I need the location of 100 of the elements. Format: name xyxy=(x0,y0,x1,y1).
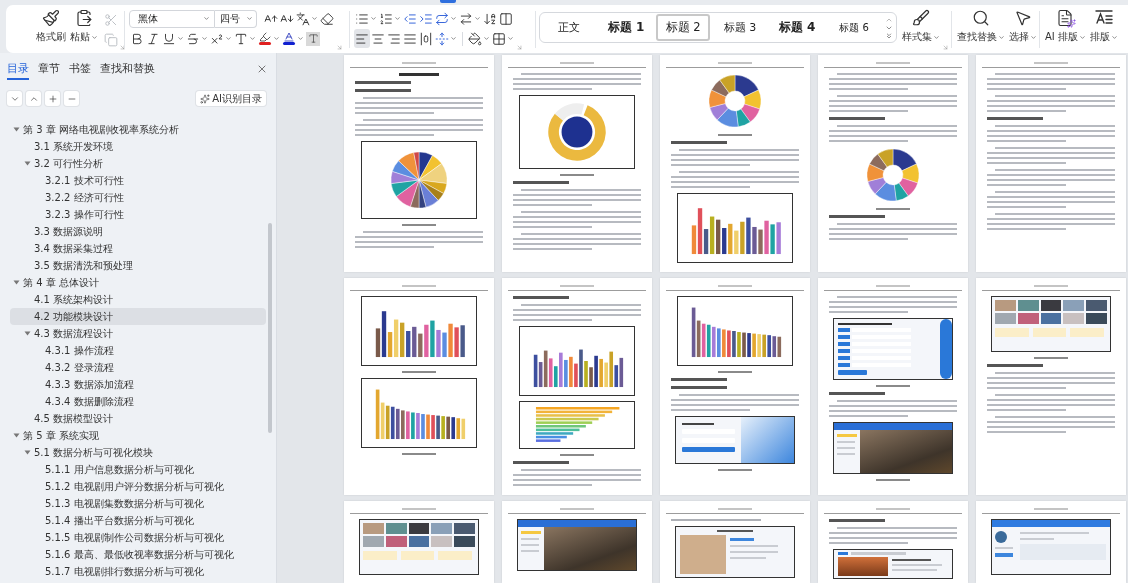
tool-button[interactable]: 样式集 xyxy=(900,5,942,53)
align-center-icon xyxy=(371,31,385,46)
ai-outline-button[interactable]: AI识别目录 xyxy=(196,91,266,106)
indent-decrease-icon xyxy=(403,11,417,26)
pane-tab[interactable]: 查找和替换 xyxy=(100,62,155,80)
pane-tab[interactable]: 书签 xyxy=(69,62,91,80)
caret-icon xyxy=(91,33,98,41)
tool-button[interactable]: 查找替换 xyxy=(955,5,1007,53)
outline-item[interactable]: 5.1 数据分析与可视化模块 xyxy=(10,444,266,461)
pane-tab[interactable]: 章节 xyxy=(38,62,60,80)
paste-button[interactable]: 粘贴 xyxy=(68,5,100,53)
repeat-arrows-icon xyxy=(435,11,449,26)
search-icon xyxy=(972,9,990,27)
triangle-down-icon[interactable] xyxy=(23,330,31,337)
outline-item[interactable]: 4.5 数据模型设计 xyxy=(10,410,266,427)
caret-icon xyxy=(370,15,377,22)
caret-icon xyxy=(474,15,481,22)
outline-item[interactable]: 3.5 数据清洗和预处理 xyxy=(10,257,266,274)
caret-icon xyxy=(225,35,232,42)
sparkles-icon xyxy=(200,93,211,104)
underline-icon xyxy=(162,31,176,46)
scissors-icon xyxy=(104,12,118,27)
more-icon[interactable] xyxy=(885,31,893,40)
tool-button[interactable]: 排版 xyxy=(1087,5,1120,53)
character-shading-button[interactable] xyxy=(305,29,321,48)
caret-icon xyxy=(311,15,318,22)
donut-segment xyxy=(898,177,918,197)
caret-icon xyxy=(394,15,401,22)
outline-item[interactable]: 第 4 章 总体设计 xyxy=(10,274,266,291)
donut-center xyxy=(561,116,593,148)
outline-item[interactable]: 4.3.1 操作流程 xyxy=(10,342,266,359)
outline-item[interactable]: 3.3 数据源说明 xyxy=(10,223,266,240)
outline-item[interactable]: 第 3 章 网络电视剧收视率系统分析 xyxy=(10,121,266,138)
strikethrough-icon xyxy=(186,31,200,46)
donut-segment xyxy=(866,163,885,182)
launcher-icon xyxy=(942,44,949,51)
caret-icon xyxy=(297,35,304,42)
outline-item[interactable]: 5.1.3 电视剧集数数据分析与可视化 xyxy=(10,495,266,512)
caret-icon xyxy=(998,33,1005,41)
outline-item[interactable]: 5.1.1 用户信息数据分析与可视化 xyxy=(10,461,266,478)
donut-segment xyxy=(869,153,888,171)
title-placeholder xyxy=(399,73,439,76)
triangle-down-icon[interactable] xyxy=(23,449,31,456)
heading-placeholder xyxy=(671,386,727,389)
triangle-down-icon[interactable] xyxy=(12,126,20,133)
donut-segment xyxy=(901,163,920,184)
triangle-down-icon[interactable] xyxy=(12,432,20,439)
outline-item[interactable]: 5.1.6 最高、最低收视率数据分析与可视化 xyxy=(10,546,266,563)
shading-button[interactable] xyxy=(467,29,491,48)
caret-icon xyxy=(1030,33,1037,41)
caret-icon xyxy=(201,35,208,42)
heading-placeholder xyxy=(829,392,885,395)
caret-icon xyxy=(507,35,514,42)
style-option[interactable]: 标题 2 xyxy=(656,14,710,41)
font-color-icon xyxy=(282,30,296,47)
outline-item[interactable]: 3.1 系统开发环境 xyxy=(10,138,266,155)
highlighter-icon xyxy=(258,30,272,47)
heading-placeholder xyxy=(671,378,727,381)
outline-item[interactable]: 第 5 章 系统实现 xyxy=(10,427,266,444)
outline-item[interactable]: 4.3 数据流程设计 xyxy=(10,325,266,342)
paintbrush-icon xyxy=(42,9,60,27)
outline-item[interactable]: 5.1.5 电视剧制作公司数据分析与可视化 xyxy=(10,529,266,546)
format-painter-button[interactable]: 格式刷 xyxy=(34,5,68,53)
outline-item[interactable]: 4.3.3 数据添加流程 xyxy=(10,376,266,393)
caret-icon xyxy=(483,35,490,42)
outline-item[interactable]: 3.4 数据采集过程 xyxy=(10,240,266,257)
outline-item[interactable]: 5.1.7 电视剧排行数据分析与可视化 xyxy=(10,563,266,580)
caret-icon xyxy=(177,35,184,42)
tool-button[interactable]: AI 排版 xyxy=(1043,5,1088,53)
scrollbar-thumb[interactable] xyxy=(268,223,272,433)
shaded-letter-icon xyxy=(306,31,320,46)
outline-item[interactable]: 3.2.1 技术可行性 xyxy=(10,172,266,189)
pane-tab[interactable]: 目录 xyxy=(7,62,29,80)
outline-item[interactable]: 5.1.4 播出平台数据分析与可视化 xyxy=(10,512,266,529)
triangle-down-icon[interactable] xyxy=(12,279,20,286)
outline-item[interactable]: 3.2.3 操作可行性 xyxy=(10,206,266,223)
heading-placeholder xyxy=(829,117,885,120)
outline-item[interactable]: 4.3.4 数据删除流程 xyxy=(10,393,266,410)
outline-item[interactable]: 4.3.2 登录流程 xyxy=(10,359,266,376)
triangle-down-icon[interactable] xyxy=(23,160,31,167)
outline-item[interactable]: 4.1 系统架构设计 xyxy=(10,291,266,308)
launcher-icon xyxy=(336,44,343,51)
document-sparkle-icon xyxy=(1056,9,1075,27)
font-size-select[interactable]: 四号 xyxy=(215,9,257,28)
outline-item[interactable]: 3.2 可行性分析 xyxy=(10,155,266,172)
donut-segment xyxy=(708,89,727,108)
font-family-select[interactable]: 黑体 xyxy=(129,9,215,28)
bold-icon xyxy=(130,31,144,46)
outline-item[interactable]: 3.2.2 经济可行性 xyxy=(10,189,266,206)
align-left-button[interactable] xyxy=(354,29,370,48)
caret-icon xyxy=(249,35,256,42)
outline-item[interactable]: 5.1.2 电视剧用户评分数据分析与可视化 xyxy=(10,478,266,495)
text-layout-icon xyxy=(1094,9,1113,27)
numbered-list-icon xyxy=(379,11,393,26)
tool-button[interactable]: 选择 xyxy=(1007,5,1039,53)
outline-item[interactable]: 4.2 功能模块设计 xyxy=(10,308,266,325)
heading-placeholder xyxy=(355,81,411,84)
caret-icon xyxy=(1110,33,1118,41)
grid-icon xyxy=(492,31,506,46)
distribute-icon xyxy=(419,31,433,46)
